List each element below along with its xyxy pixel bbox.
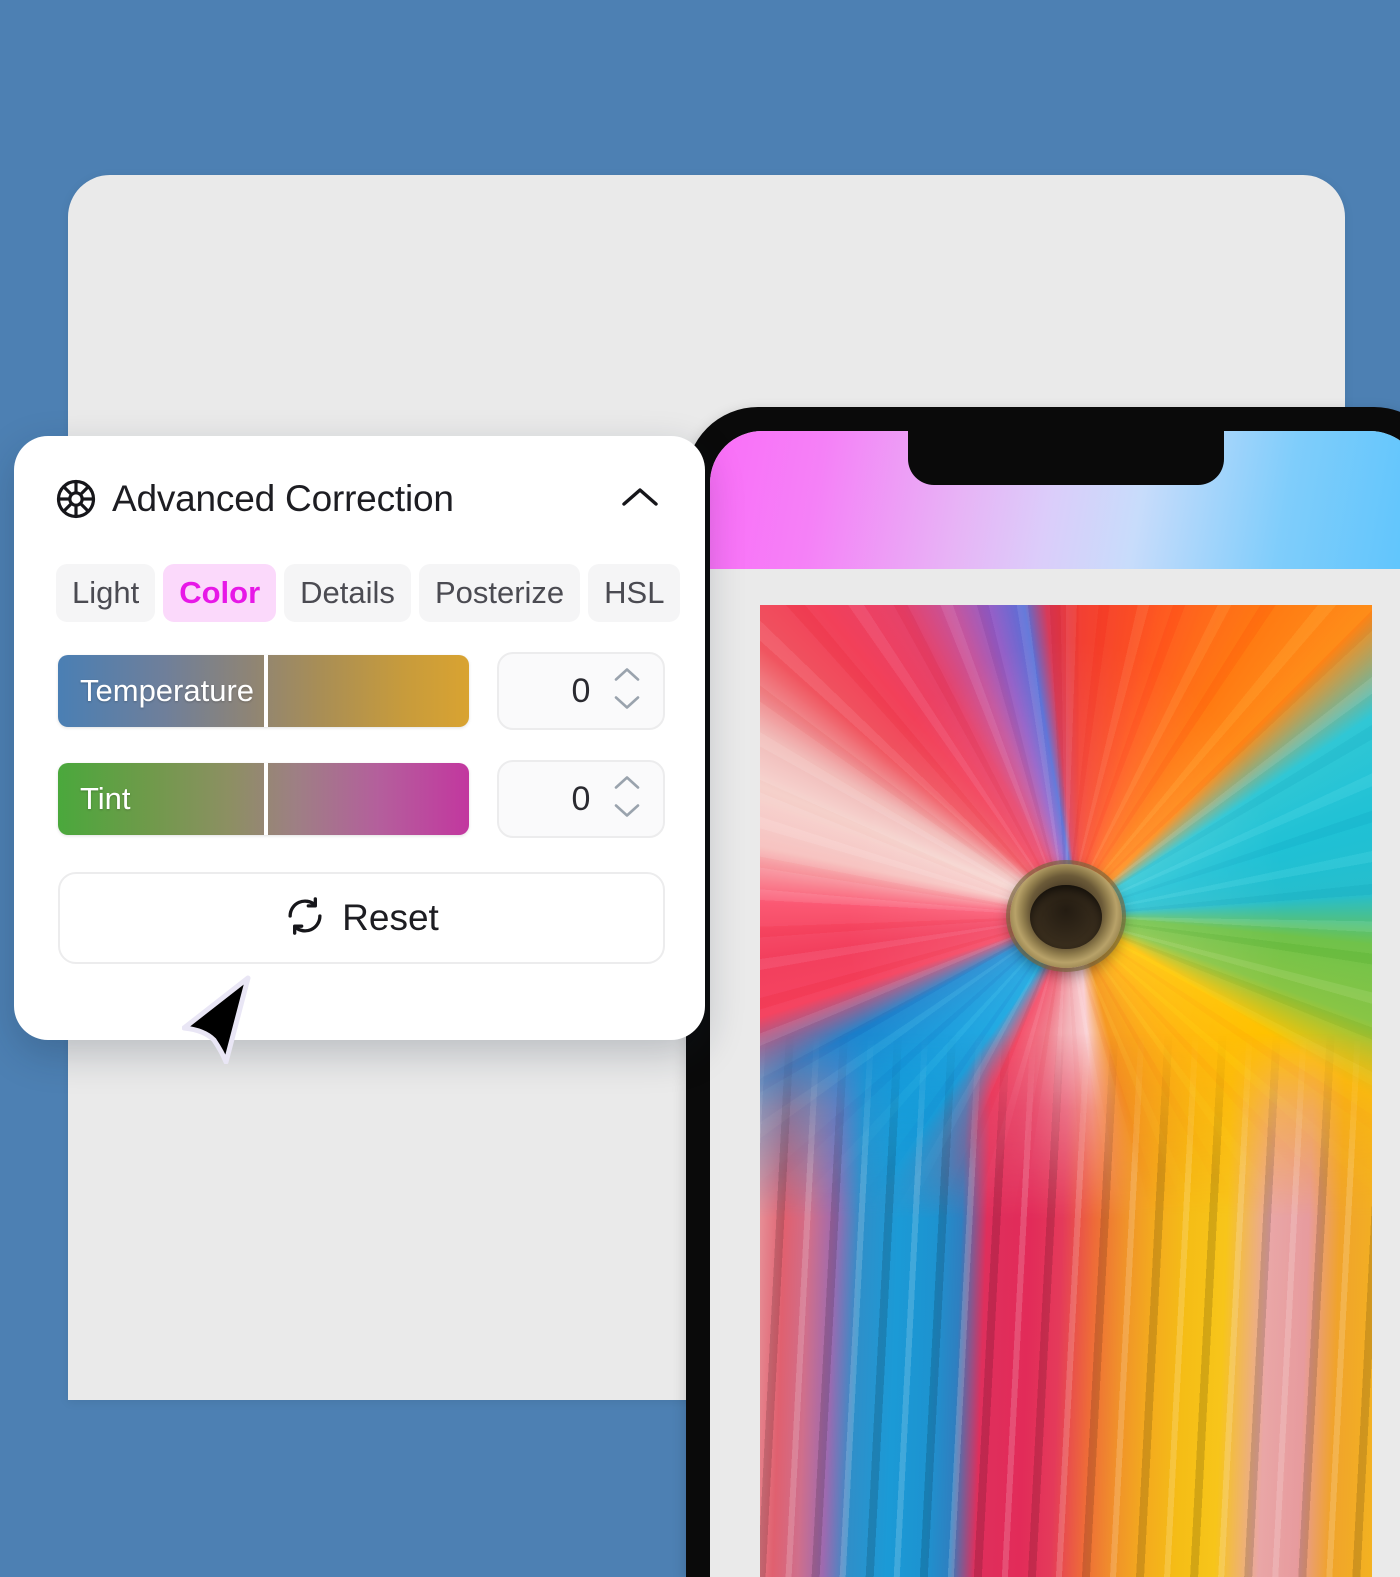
tab-posterize[interactable]: Posterize bbox=[418, 564, 581, 622]
reset-button[interactable]: Reset bbox=[58, 872, 665, 964]
advanced-correction-panel: Advanced Correction Light Color Details … bbox=[14, 436, 705, 1040]
tint-stepper[interactable] bbox=[613, 775, 641, 824]
page-title: Advanced Correction bbox=[112, 478, 454, 519]
correction-tabs: Light Color Details Posterize HSL bbox=[14, 522, 705, 622]
tint-row: Tint 0 bbox=[14, 760, 705, 838]
temperature-slider-handle[interactable] bbox=[263, 655, 268, 727]
phone-mockup bbox=[686, 407, 1400, 1577]
tint-slider[interactable]: Tint bbox=[58, 763, 469, 835]
chevron-up-icon[interactable] bbox=[613, 775, 641, 796]
fabric-photo bbox=[760, 605, 1372, 1577]
chevron-down-icon[interactable] bbox=[613, 803, 641, 824]
chevron-up-icon bbox=[620, 485, 660, 514]
tint-value: 0 bbox=[571, 779, 591, 818]
temperature-value-field[interactable]: 0 bbox=[497, 652, 665, 730]
temperature-row: Temperature 0 bbox=[14, 652, 705, 730]
tint-value-field[interactable]: 0 bbox=[497, 760, 665, 838]
tab-hsl[interactable]: HSL bbox=[588, 564, 681, 622]
fabric-lower-folds bbox=[760, 1032, 1372, 1577]
chevron-up-icon[interactable] bbox=[613, 667, 641, 688]
chevron-down-icon[interactable] bbox=[613, 695, 641, 716]
temperature-slider-label: Temperature bbox=[80, 673, 255, 708]
metal-grommet bbox=[1010, 864, 1122, 969]
temperature-stepper[interactable] bbox=[613, 667, 641, 716]
temperature-slider[interactable]: Temperature bbox=[58, 655, 469, 727]
tab-color[interactable]: Color bbox=[163, 564, 277, 622]
panel-header: Advanced Correction bbox=[14, 436, 705, 522]
reset-button-label: Reset bbox=[342, 897, 439, 938]
tint-slider-label: Tint bbox=[80, 781, 131, 816]
phone-notch bbox=[908, 431, 1224, 485]
tint-slider-handle[interactable] bbox=[263, 763, 268, 835]
tab-details[interactable]: Details bbox=[284, 564, 411, 622]
refresh-icon bbox=[284, 895, 326, 942]
tab-light[interactable]: Light bbox=[56, 564, 156, 622]
mouse-pointer-icon bbox=[181, 974, 260, 1065]
color-wheel-icon bbox=[56, 479, 112, 519]
screenshot-stage: Advanced Correction Light Color Details … bbox=[0, 0, 1400, 1577]
temperature-value: 0 bbox=[571, 671, 591, 710]
phone-screen bbox=[710, 431, 1400, 1577]
photo-canvas[interactable] bbox=[760, 605, 1372, 1577]
collapse-panel-button[interactable] bbox=[617, 476, 663, 522]
